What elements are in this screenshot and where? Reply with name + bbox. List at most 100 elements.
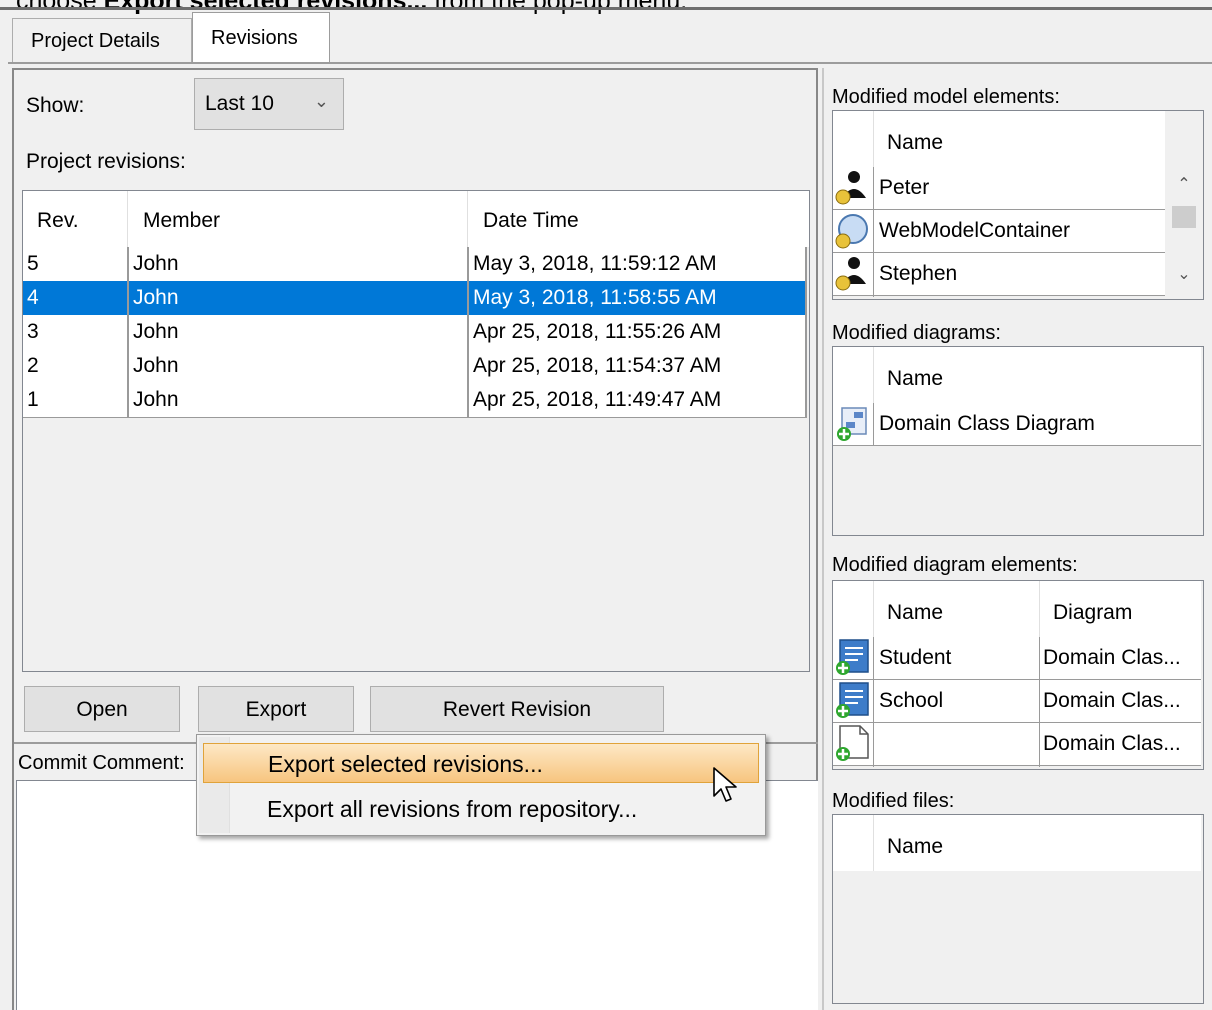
column-rev[interactable]: Rev.: [37, 209, 79, 233]
show-label: Show:: [26, 94, 85, 117]
diagrams-header: Name: [833, 347, 1201, 403]
panel-divider[interactable]: [822, 68, 824, 1010]
date-cell: Apr 25, 2018, 11:49:47 AM: [473, 388, 722, 411]
column-date-time[interactable]: Date Time: [483, 209, 579, 233]
element-diagram: Domain Clas...: [1043, 732, 1181, 755]
date-cell: May 3, 2018, 11:58:55 AM: [473, 286, 717, 309]
tab-strip-border: [8, 62, 1212, 64]
modified-model-elements-label: Modified model elements:: [832, 86, 1060, 108]
modified-files-table[interactable]: Name: [832, 814, 1204, 1004]
files-header: Name: [833, 815, 1201, 871]
menu-item-export-selected[interactable]: Export selected revisions...: [203, 743, 759, 783]
window-top-border: [0, 7, 1212, 10]
diagram-name: Domain Class Diagram: [879, 412, 1095, 435]
list-item[interactable]: Peter: [833, 167, 1165, 210]
cell-divider: [127, 315, 129, 349]
element-name: Stephen: [879, 262, 958, 285]
rev-cell: 1: [27, 388, 39, 411]
cell-divider: [467, 383, 469, 417]
table-row[interactable]: 2 John Apr 25, 2018, 11:54:37 AM: [23, 349, 807, 384]
column-member[interactable]: Member: [143, 209, 220, 233]
modified-diagram-elements-table[interactable]: Name Diagram Student Domain Clas... Scho…: [832, 580, 1204, 770]
cell-divider: [1039, 637, 1040, 767]
class-element-icon: [836, 682, 869, 718]
table-row[interactable]: 5 John May 3, 2018, 11:59:12 AM: [23, 247, 807, 282]
member-cell: John: [133, 252, 179, 275]
show-select-value: Last 10: [205, 92, 274, 115]
revert-revision-button[interactable]: Revert Revision: [370, 686, 664, 732]
column-name[interactable]: Name: [887, 131, 943, 155]
cell-divider: [467, 315, 469, 349]
element-name: School: [879, 689, 944, 712]
tab-project-details[interactable]: Project Details: [12, 18, 192, 62]
table-row[interactable]: Student Domain Clas...: [833, 637, 1201, 680]
model-elements-header: Name: [833, 111, 1165, 167]
table-row[interactable]: School Domain Clas...: [833, 680, 1201, 723]
modified-model-elements-table[interactable]: Name Peter WebModelContainer Stephen: [832, 110, 1204, 300]
scroll-down-icon[interactable]: ⌄: [1166, 264, 1202, 294]
diagram-elements-header: Name Diagram: [833, 581, 1201, 637]
table-row[interactable]: 3 John Apr 25, 2018, 11:55:26 AM: [23, 315, 807, 350]
cell-divider: [805, 247, 807, 281]
revisions-table[interactable]: Rev. Member Date Time 5 John May 3, 2018…: [22, 190, 810, 672]
rev-cell: 4: [27, 286, 39, 309]
cell-divider: [127, 247, 129, 281]
list-item[interactable]: Stephen: [833, 253, 1165, 296]
cell-divider: [127, 383, 129, 417]
element-diagram: Domain Clas...: [1043, 689, 1181, 712]
cell-divider: [873, 167, 874, 297]
table-row[interactable]: Domain Clas...: [833, 723, 1201, 766]
column-separator[interactable]: [873, 111, 874, 167]
rev-cell: 5: [27, 252, 39, 275]
cell-divider: [127, 281, 129, 315]
mouse-cursor-icon: [713, 767, 737, 802]
column-separator[interactable]: [873, 581, 874, 637]
element-name: Peter: [879, 176, 930, 199]
modified-diagrams-label: Modified diagrams:: [832, 322, 1001, 344]
tab-revisions[interactable]: Revisions: [192, 12, 330, 64]
column-separator[interactable]: [1039, 581, 1040, 637]
element-name: Student: [879, 646, 952, 669]
project-revisions-label: Project revisions:: [26, 150, 186, 173]
column-name[interactable]: Name: [887, 601, 943, 625]
column-separator[interactable]: [467, 191, 468, 247]
modified-files-label: Modified files:: [832, 790, 955, 812]
cell-divider: [805, 383, 807, 417]
member-cell: John: [133, 320, 179, 343]
list-item[interactable]: WebModelContainer: [833, 210, 1165, 253]
commit-comment-label: Commit Comment:: [18, 752, 185, 774]
element-diagram: Domain Clas...: [1043, 646, 1181, 669]
show-select[interactable]: Last 10 ⌄: [194, 78, 344, 130]
column-separator[interactable]: [127, 191, 128, 247]
column-separator[interactable]: [873, 347, 874, 403]
list-item[interactable]: Domain Class Diagram: [833, 403, 1201, 446]
column-diagram[interactable]: Diagram: [1053, 601, 1132, 625]
date-cell: Apr 25, 2018, 11:54:37 AM: [473, 354, 722, 377]
member-cell: John: [133, 388, 179, 411]
cell-divider: [873, 637, 874, 767]
cell-divider: [805, 349, 807, 383]
table-row-selected[interactable]: 4 John May 3, 2018, 11:58:55 AM: [23, 281, 807, 316]
export-button[interactable]: Export: [198, 686, 354, 732]
open-button[interactable]: Open: [24, 686, 180, 732]
element-name: WebModelContainer: [879, 219, 1071, 242]
rev-cell: 2: [27, 354, 39, 377]
member-cell: John: [133, 354, 179, 377]
rev-cell: 3: [27, 320, 39, 343]
menu-item-label: Export all revisions from repository...: [267, 796, 638, 822]
column-name[interactable]: Name: [887, 367, 943, 391]
model-elements-scrollbar[interactable]: ⌃ ⌄: [1166, 166, 1202, 296]
class-element-icon: [836, 639, 869, 675]
date-cell: Apr 25, 2018, 11:55:26 AM: [473, 320, 722, 343]
column-name[interactable]: Name: [887, 835, 943, 859]
modified-diagrams-table[interactable]: Name Domain Class Diagram: [832, 346, 1204, 536]
cell-divider: [127, 349, 129, 383]
container-icon: [835, 214, 868, 249]
column-separator[interactable]: [873, 815, 874, 871]
scroll-up-icon[interactable]: ⌃: [1166, 174, 1202, 204]
modified-diagram-elements-label: Modified diagram elements:: [832, 554, 1078, 576]
menu-item-export-all[interactable]: Export all revisions from repository...: [203, 789, 759, 829]
export-popup-menu: Export selected revisions... Export all …: [196, 734, 766, 836]
scroll-thumb[interactable]: [1172, 206, 1196, 228]
table-row[interactable]: 1 John Apr 25, 2018, 11:49:47 AM: [23, 383, 807, 418]
